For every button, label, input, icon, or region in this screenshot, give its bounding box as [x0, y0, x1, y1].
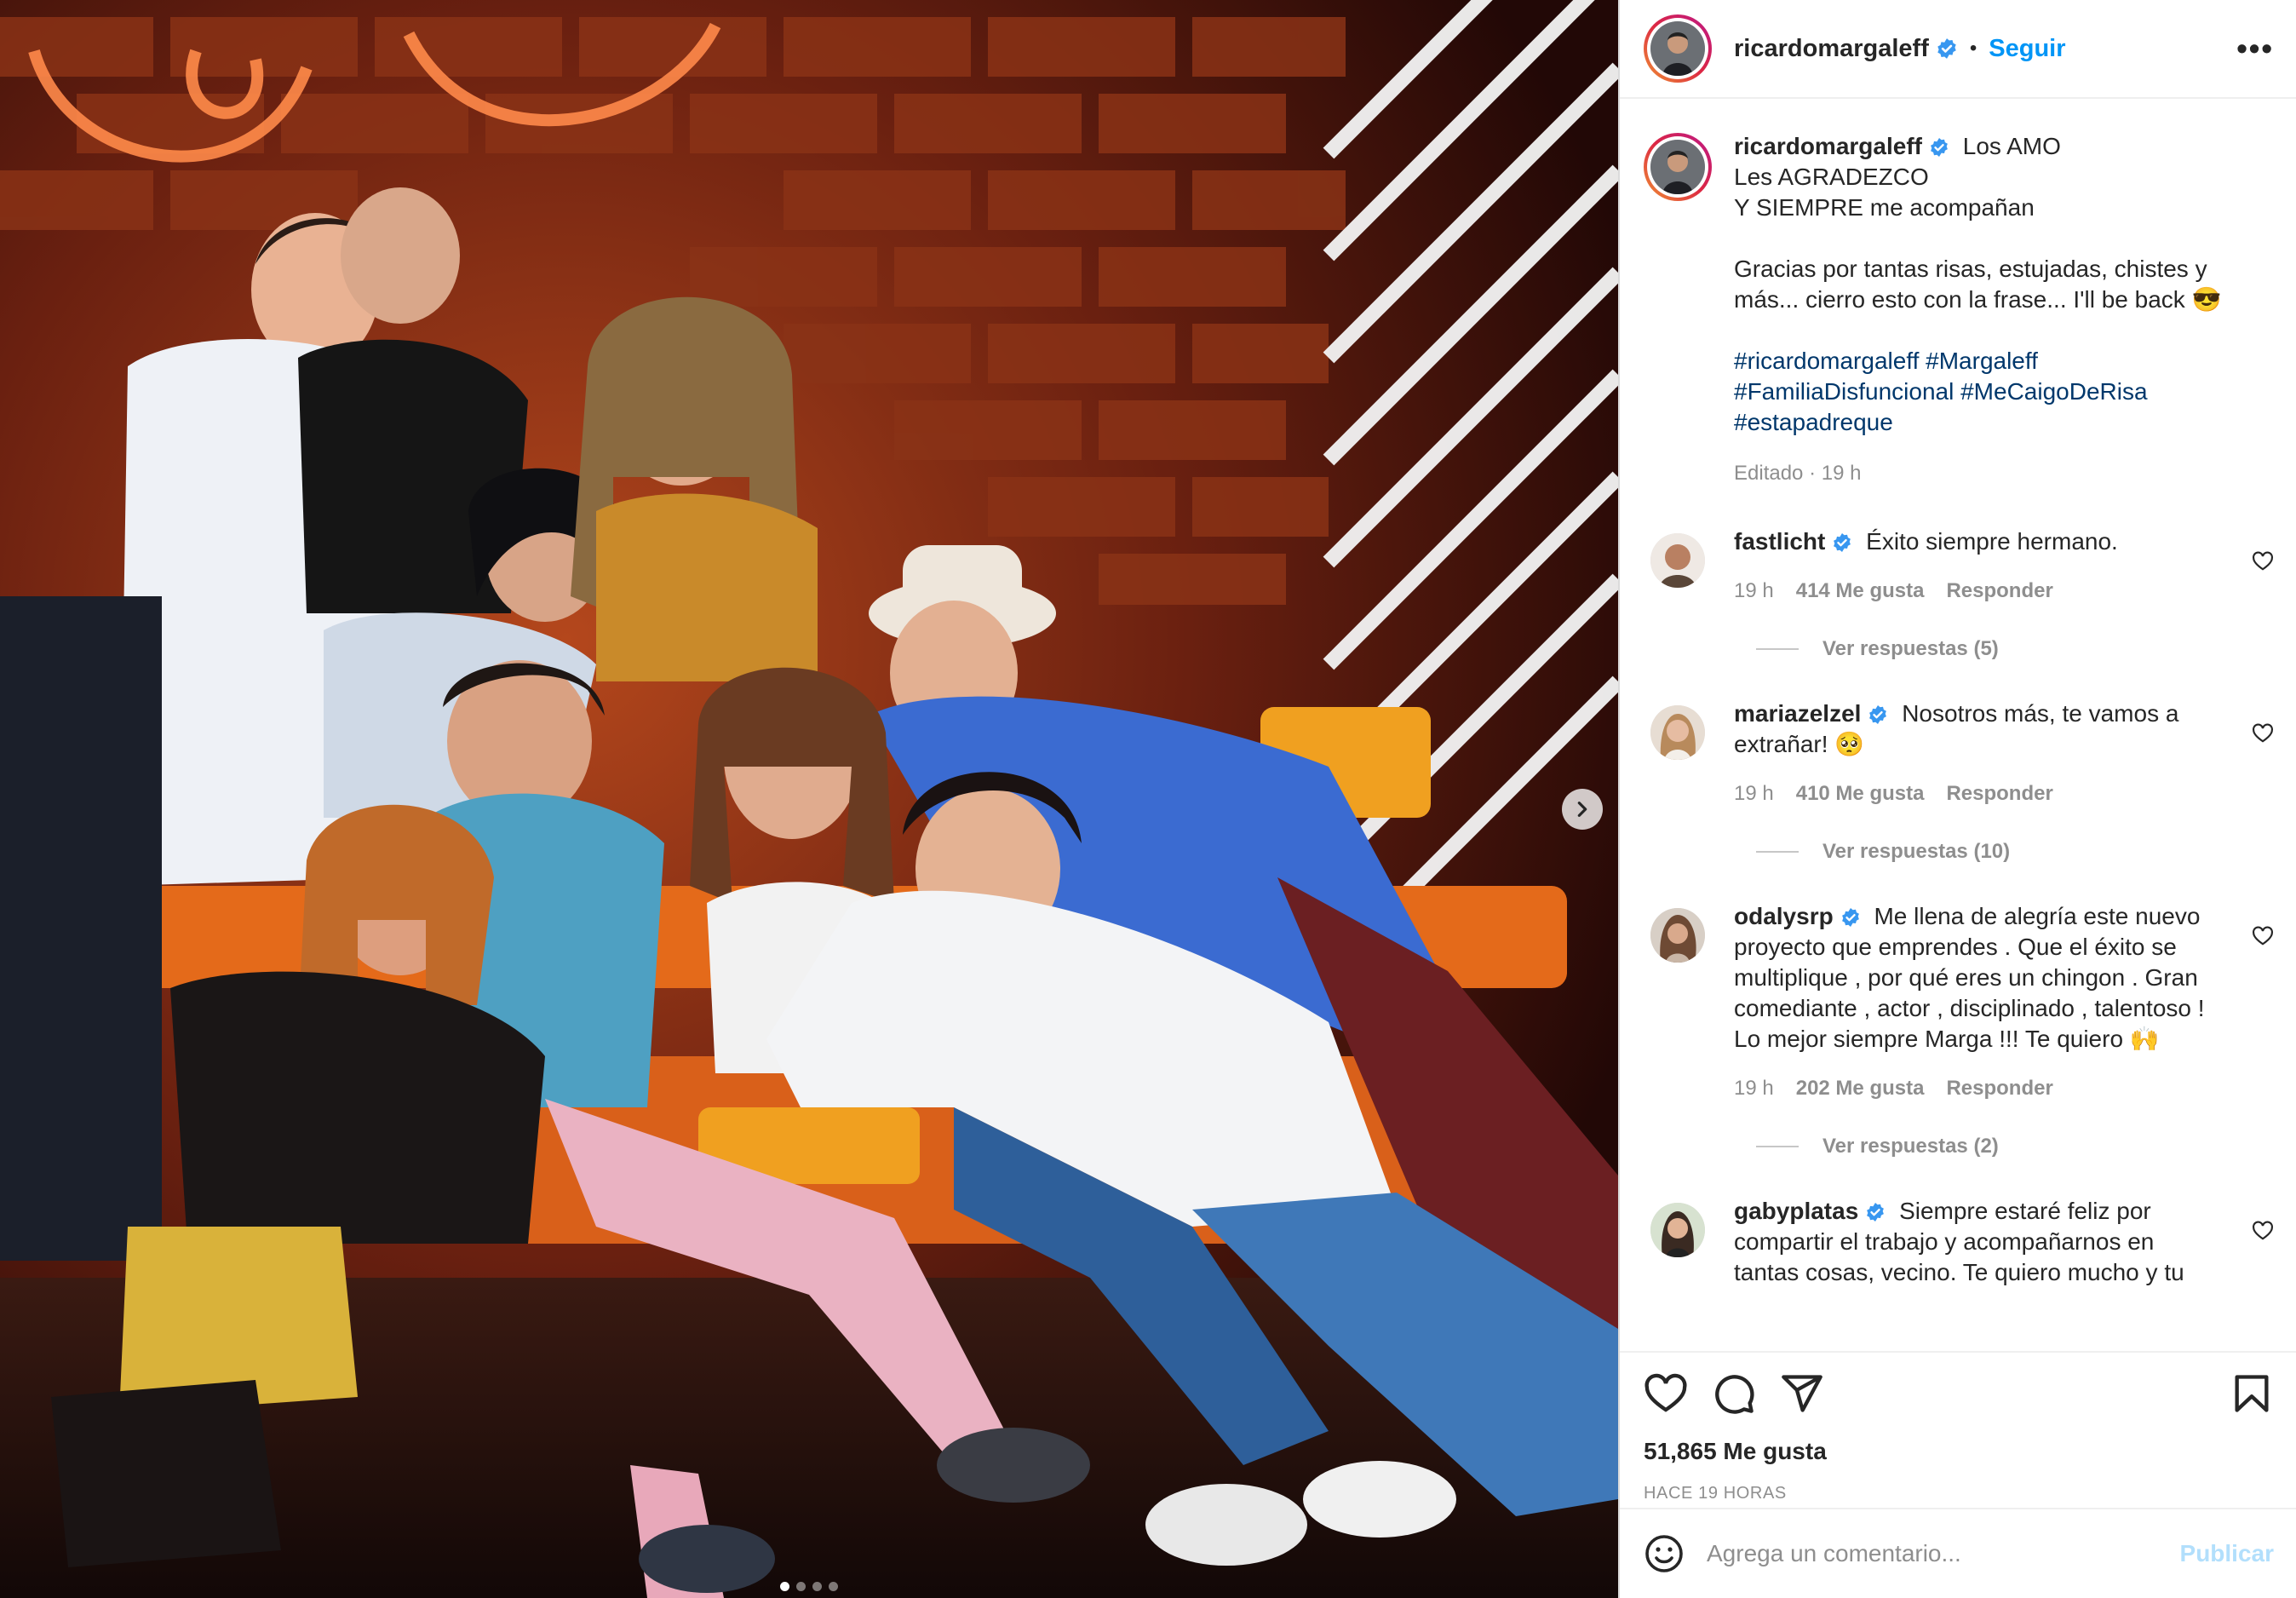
verified-badge-icon: [1937, 38, 1956, 59]
verified-badge-icon: [1869, 705, 1887, 724]
caption-meta: Editado · 19 h: [1734, 462, 1862, 485]
carousel-dot: [796, 1582, 806, 1591]
comment-text: Éxito siempre hermano.: [1866, 528, 2118, 555]
carousel-indicator: [0, 1582, 1618, 1591]
replies-divider: [1756, 851, 1799, 853]
comment-time: 19 h: [1734, 579, 1774, 602]
comment-item: gabyplatas Siempre estaré feliz por comp…: [1644, 1196, 2274, 1288]
comment-username[interactable]: mariazelzel: [1734, 700, 1861, 727]
view-replies-button[interactable]: Ver respuestas (5): [1756, 637, 2274, 661]
carousel-dot: [812, 1582, 822, 1591]
view-replies-label: Ver respuestas (2): [1822, 1135, 1999, 1158]
post-header: ricardomargaleff • Seguir •••: [1620, 0, 2296, 99]
author-avatar-ring[interactable]: [1644, 14, 1712, 83]
next-photo-button[interactable]: [1562, 789, 1603, 830]
commenter-avatar[interactable]: [1650, 908, 1705, 963]
add-comment-bar: Publicar: [1620, 1508, 2296, 1598]
action-bar: [1644, 1353, 2274, 1434]
commenter-avatar[interactable]: [1650, 533, 1705, 588]
comment-time: 19 h: [1734, 1077, 1774, 1100]
post-side-panel: ricardomargaleff • Seguir ••• ricardomar…: [1618, 0, 2296, 1598]
carousel-dot: [780, 1582, 789, 1591]
verified-badge-icon: [1841, 908, 1859, 927]
comment-item: fastlicht Éxito siempre hermano. 19 h 41…: [1644, 526, 2274, 606]
comment-input[interactable]: [1707, 1540, 2180, 1567]
replies-divider: [1756, 648, 1799, 650]
comment-item: odalysrp Me llena de alegría este nuevo …: [1644, 901, 2274, 1104]
view-replies-button[interactable]: Ver respuestas (10): [1756, 840, 2274, 864]
follow-button[interactable]: Seguir: [1989, 35, 2065, 63]
replies-divider: [1756, 1146, 1799, 1147]
comment-username[interactable]: gabyplatas: [1734, 1198, 1858, 1224]
caption-username[interactable]: ricardomargaleff: [1734, 133, 1922, 159]
caption-hashtags[interactable]: #ricardomargaleff #Margaleff #FamiliaDis…: [1734, 346, 2274, 438]
emoji-picker-icon[interactable]: [1644, 1533, 1685, 1574]
caption-avatar-ring[interactable]: [1644, 133, 1712, 201]
post-photo[interactable]: [0, 0, 1618, 1598]
carousel-dot: [829, 1582, 838, 1591]
reply-button[interactable]: Responder: [1946, 779, 2052, 809]
reply-button[interactable]: Responder: [1946, 576, 2052, 606]
author-username[interactable]: ricardomargaleff: [1734, 35, 1929, 63]
instagram-post: ricardomargaleff • Seguir ••• ricardomar…: [0, 0, 2296, 1598]
comment-like-heart-icon[interactable]: [2252, 1220, 2274, 1242]
publish-button[interactable]: Publicar: [2180, 1540, 2274, 1567]
verified-badge-icon: [1931, 138, 1948, 157]
post-caption: ricardomargaleff Los AMO Les AGRADEZCO Y…: [1644, 101, 2274, 489]
likes-count[interactable]: 51,865 Me gusta: [1644, 1438, 2274, 1465]
comments-scroll-area[interactable]: ricardomargaleff Los AMO Les AGRADEZCO Y…: [1620, 101, 2296, 1351]
comment-like-heart-icon[interactable]: [2252, 550, 2274, 572]
comment-time: 19 h: [1734, 782, 1774, 805]
view-replies-label: Ver respuestas (10): [1822, 840, 2011, 863]
caption-text: Los AMO Les AGRADEZCO Y SIEMPRE me acomp…: [1734, 133, 2222, 313]
comment-bubble-icon[interactable]: [1712, 1371, 1756, 1416]
comment-likes[interactable]: 410 Me gusta: [1796, 779, 1925, 809]
comment-like-heart-icon[interactable]: [2252, 925, 2274, 947]
reply-button[interactable]: Responder: [1946, 1073, 2052, 1104]
save-bookmark-icon[interactable]: [2230, 1371, 2274, 1416]
share-paper-plane-icon[interactable]: [1780, 1371, 1824, 1416]
caption-avatar: [1650, 140, 1705, 194]
comment-username[interactable]: fastlicht: [1734, 528, 1825, 555]
like-heart-icon[interactable]: [1644, 1371, 1688, 1416]
comment-username[interactable]: odalysrp: [1734, 903, 1834, 929]
commenter-avatar[interactable]: [1650, 705, 1705, 760]
commenter-avatar[interactable]: [1650, 1203, 1705, 1257]
comment-likes[interactable]: 414 Me gusta: [1796, 576, 1925, 606]
post-timestamp: HACE 19 HORAS: [1644, 1484, 1787, 1503]
view-replies-button[interactable]: Ver respuestas (2): [1756, 1135, 2274, 1158]
comment-likes[interactable]: 202 Me gusta: [1796, 1073, 1925, 1104]
view-replies-label: Ver respuestas (5): [1822, 637, 1999, 660]
stage-photo-image: [0, 0, 1618, 1598]
comment-like-heart-icon[interactable]: [2252, 722, 2274, 744]
comment-item: mariazelzel Nosotros más, te vamos a ext…: [1644, 698, 2274, 809]
post-footer: 51,865 Me gusta HACE 19 HORAS Publicar: [1620, 1351, 2296, 1598]
author-avatar: [1650, 21, 1705, 76]
verified-badge-icon: [1867, 1203, 1885, 1221]
verified-badge-icon: [1834, 533, 1851, 552]
chevron-right-icon: [1577, 802, 1587, 817]
more-options-icon[interactable]: •••: [2236, 33, 2274, 64]
header-separator: •: [1969, 37, 1977, 60]
